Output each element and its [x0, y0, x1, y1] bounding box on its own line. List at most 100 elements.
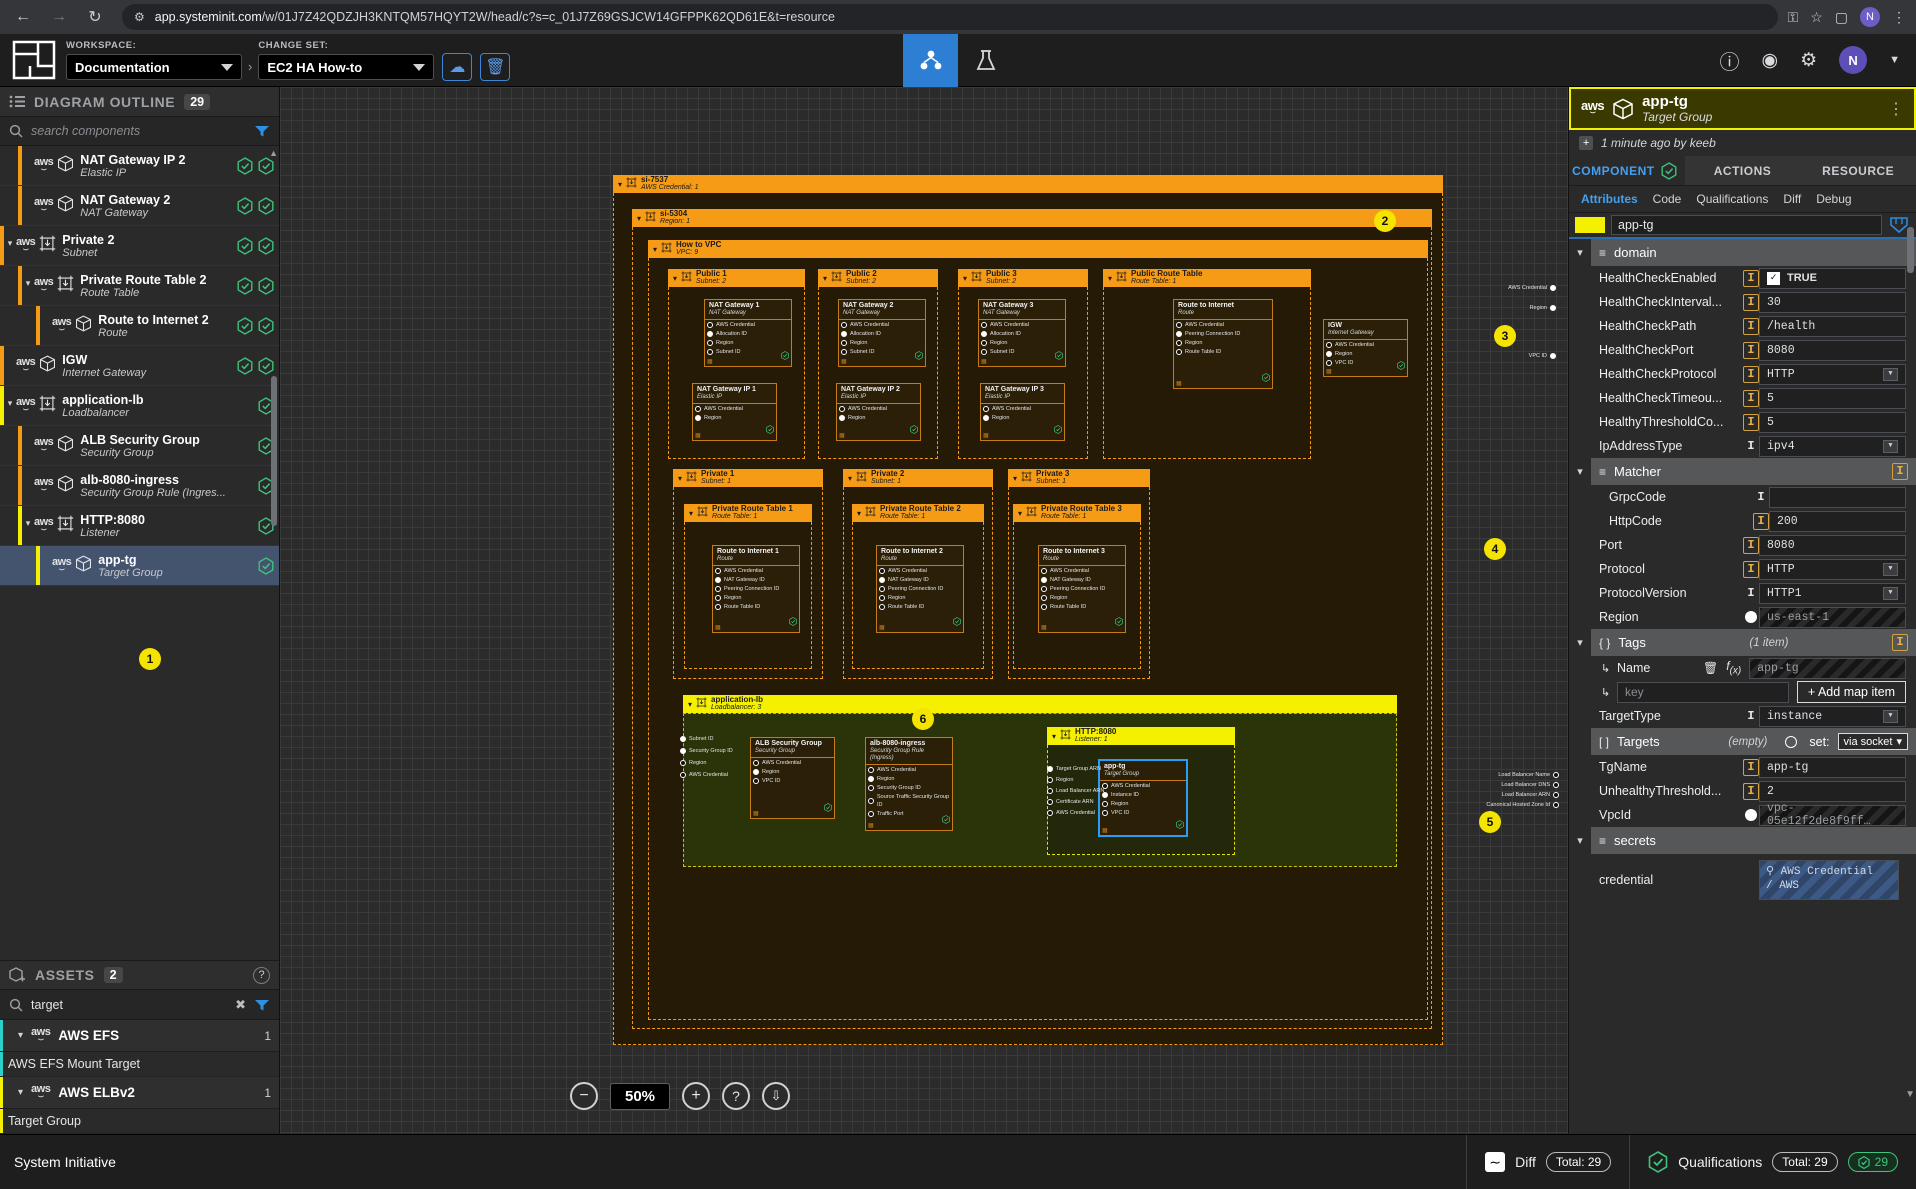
chevron-down-icon[interactable]: ▾ — [1569, 834, 1591, 847]
attributes-scrollbar[interactable] — [1907, 227, 1914, 273]
diagram-component-nat-gateway-ip-3[interactable]: NAT Gateway IP 3 Elastic IP AWS Credentia… — [980, 383, 1065, 441]
socket-region[interactable]: Region — [713, 594, 799, 602]
diagram-component-route-to-internet-1[interactable]: Route to Internet 1 Route AWS Credential N… — [712, 545, 800, 633]
frame-header[interactable]: ▾ HTTP:8080 Listener: 1 — [1047, 727, 1235, 745]
attr-value-field[interactable]: 5 — [1759, 387, 1906, 409]
socket-aws-credential[interactable]: AWS Credential — [979, 321, 1065, 329]
socket-load-balancer-dns[interactable]: Load Balancer DNS — [1484, 781, 1559, 789]
socket-peering-connection-id[interactable]: Peering Connection ID — [1174, 330, 1272, 338]
attribute-group-tags[interactable]: ▾{ } Tags (1 item) I — [1569, 629, 1916, 656]
search-components-input[interactable] — [31, 124, 246, 138]
attribute-group-targets[interactable]: [ ] Targets (empty) set: via socket ▾ — [1569, 728, 1916, 755]
socket-nat-gateway-id[interactable]: NAT Gateway ID — [1039, 576, 1125, 584]
filter-icon[interactable] — [254, 124, 270, 138]
frame-header[interactable]: ▾ si-7537 AWS Credential: 1 — [613, 175, 1443, 193]
forward-arrow-icon[interactable]: → — [46, 4, 72, 30]
socket-aws-credential[interactable]: AWS Credential — [693, 405, 776, 413]
frame-header[interactable]: ▾ si-5304 Region: 1 — [632, 209, 1432, 227]
socket-traffic-port[interactable]: Traffic Port — [866, 810, 952, 818]
outline-item-alb-security-group[interactable]: aws ⌣ ALB Security Group Security Group — [0, 426, 279, 466]
asset-group-aws-elbv2[interactable]: ▾ aws ⌣ AWS ELBv2 1 — [0, 1077, 279, 1109]
set-value-icon[interactable]: I — [1753, 512, 1769, 530]
attributes-scroll-area[interactable]: app-tg ▾ ≡ domain HealthCheckEnabled I ✓ TRU… — [1569, 213, 1916, 1134]
scroll-up-icon[interactable]: ▲ — [269, 148, 278, 158]
outline-item-alb-8080-ingress[interactable]: aws ⌣ alb-8080-ingress Security Group Rule … — [0, 466, 279, 506]
set-value-icon[interactable]: I — [1743, 709, 1759, 723]
workspace-select[interactable]: Documentation — [66, 54, 242, 80]
outline-item-igw[interactable]: aws ⌣ IGW Internet Gateway — [0, 346, 279, 386]
frame-header[interactable]: ▾ Private 2 Subnet: 1 — [843, 469, 993, 487]
user-avatar[interactable]: N — [1839, 46, 1868, 74]
frame-header[interactable]: ▾ How to VPC VPC: 9 — [648, 240, 1428, 258]
chevron-down-icon[interactable]: ▾ — [4, 398, 16, 414]
add-map-item-button[interactable]: + Add map item — [1797, 681, 1906, 703]
socket-nat-gateway-id[interactable]: NAT Gateway ID — [877, 576, 963, 584]
diagram-component-nat-gateway-1[interactable]: NAT Gateway 1 NAT Gateway AWS Credential A… — [704, 299, 792, 367]
socket-allocation-id[interactable]: Allocation ID — [705, 330, 791, 338]
attr-value-field[interactable] — [1769, 486, 1906, 508]
credential-value-field[interactable]: ⚲ AWS Credential / AWS — [1759, 860, 1899, 900]
attribute-group-matcher[interactable]: ▾ ≡ Matcher I — [1569, 458, 1916, 485]
changeset-select[interactable]: EC2 HA How-to — [258, 54, 435, 80]
outline-item-route-to-internet-2[interactable]: aws ⌣ Route to Internet 2 Route — [0, 306, 279, 346]
socket-aws-credential[interactable]: AWS Credential — [1100, 782, 1186, 790]
socket-route-table-id[interactable]: Route Table ID — [1039, 603, 1125, 611]
chevron-down-icon[interactable]: ▾ — [22, 278, 34, 294]
attr-value-field[interactable]: vpc-05e12f2de8f9ff… — [1759, 802, 1906, 828]
socket-instance-id[interactable]: Instance ID — [1100, 791, 1186, 799]
set-value-icon[interactable]: I — [1743, 341, 1759, 359]
socket-region[interactable]: Region — [1324, 350, 1407, 358]
socket-source-traffic-security-group-id[interactable]: Source Traffic Security Group ID — [866, 793, 952, 809]
socket-canonical-hosted-zone-id[interactable]: Canonical Hosted Zone Id — [1484, 801, 1559, 809]
asset-group-aws-efs[interactable]: ▾ aws ⌣ AWS EFS 1 — [0, 1020, 279, 1052]
tab-resource[interactable]: RESOURCE — [1800, 156, 1916, 185]
set-value-icon[interactable]: I — [1743, 293, 1759, 311]
outline-item-app-tg[interactable]: aws ⌣ app-tg Target Group — [0, 546, 279, 586]
socket-vpc-id[interactable]: VPC ID — [1100, 809, 1186, 817]
socket-route-table-id[interactable]: Route Table ID — [877, 603, 963, 611]
function-icon[interactable]: f(x) — [1726, 659, 1741, 676]
frame-header[interactable]: ▾ application-lb Loadbalancer: 3 — [683, 695, 1397, 713]
set-value-icon[interactable]: I — [1743, 269, 1759, 287]
diagram-canvas[interactable]: ▾ si-7537 AWS Credential: 1 ▾ si-5304 Re… — [280, 87, 1568, 1134]
socket-allocation-id[interactable]: Allocation ID — [839, 330, 925, 338]
chevron-down-icon[interactable]: ▼ — [1889, 54, 1900, 66]
settings-icon[interactable]: ⚙ — [1800, 49, 1817, 72]
socket-aws-credential[interactable]: AWS Credential — [866, 766, 952, 774]
set-value-icon[interactable]: I — [1743, 439, 1759, 453]
attr-value-field[interactable]: ipv4 ▼ — [1759, 435, 1906, 457]
socket-region[interactable]: Region — [877, 594, 963, 602]
diagram-component-alb-8080-ingress[interactable]: alb-8080-ingress Security Group Rule (In… — [865, 737, 953, 831]
attr-value-field[interactable]: ✓ TRUE — [1759, 267, 1906, 289]
set-value-icon[interactable]: I — [1743, 317, 1759, 335]
frame-header[interactable]: ▾ Public Route Table Route Table: 1 — [1103, 269, 1311, 287]
socket-certificate-arn[interactable]: Certificate ARN — [1045, 798, 1104, 806]
chevron-down-icon[interactable]: ▾ — [1569, 636, 1591, 649]
socket-aws-credential[interactable]: AWS Credential — [705, 321, 791, 329]
socket-route-table-id[interactable]: Route Table ID — [1174, 348, 1272, 356]
diagram-component-nat-gateway-ip-2[interactable]: NAT Gateway IP 2 Elastic IP AWS Credentia… — [836, 383, 921, 441]
unset-socket-indicator[interactable] — [1785, 735, 1798, 748]
socket-region[interactable]: Region — [751, 768, 834, 776]
asset-item[interactable]: Target Group — [0, 1109, 279, 1134]
socket-aws-credential[interactable]: AWS Credential — [981, 405, 1064, 413]
zoom-in-button[interactable]: + — [682, 1082, 711, 1110]
socket-aws-credential[interactable]: AWS Credential — [1039, 567, 1125, 575]
chevron-down-icon[interactable]: ▾ — [678, 474, 682, 483]
socket-aws-credential[interactable]: AWS Credential — [839, 321, 925, 329]
chevron-down-icon[interactable]: ▾ — [1108, 274, 1112, 283]
diff-status-cell[interactable]: ∼ Diff Total: 29 — [1466, 1135, 1629, 1189]
set-value-icon[interactable]: I — [1892, 463, 1908, 480]
assets-help-icon[interactable]: ? — [253, 966, 270, 984]
tab-actions[interactable]: ACTIONS — [1684, 156, 1801, 185]
password-icon[interactable]: ⚿ — [1788, 9, 1799, 26]
attr-value-field[interactable]: 2 — [1759, 780, 1906, 802]
system-initiative-logo[interactable] — [12, 40, 56, 80]
chevron-down-icon[interactable]: ▼ — [1883, 586, 1898, 600]
socket-aws-credential[interactable]: AWS Credential — [678, 771, 733, 779]
frame-header[interactable]: ▾ Public 2 Subnet: 2 — [818, 269, 938, 287]
diagram-component-route-to-internet[interactable]: Route to Internet Route AWS Credential Pee… — [1173, 299, 1273, 389]
socket-aws-credential[interactable]: AWS Credential — [837, 405, 920, 413]
frame-header[interactable]: ▾ Private Route Table 3 Route Table: 1 — [1013, 504, 1141, 522]
socket-target-group-arn[interactable]: Target Group ARN — [1045, 765, 1104, 773]
